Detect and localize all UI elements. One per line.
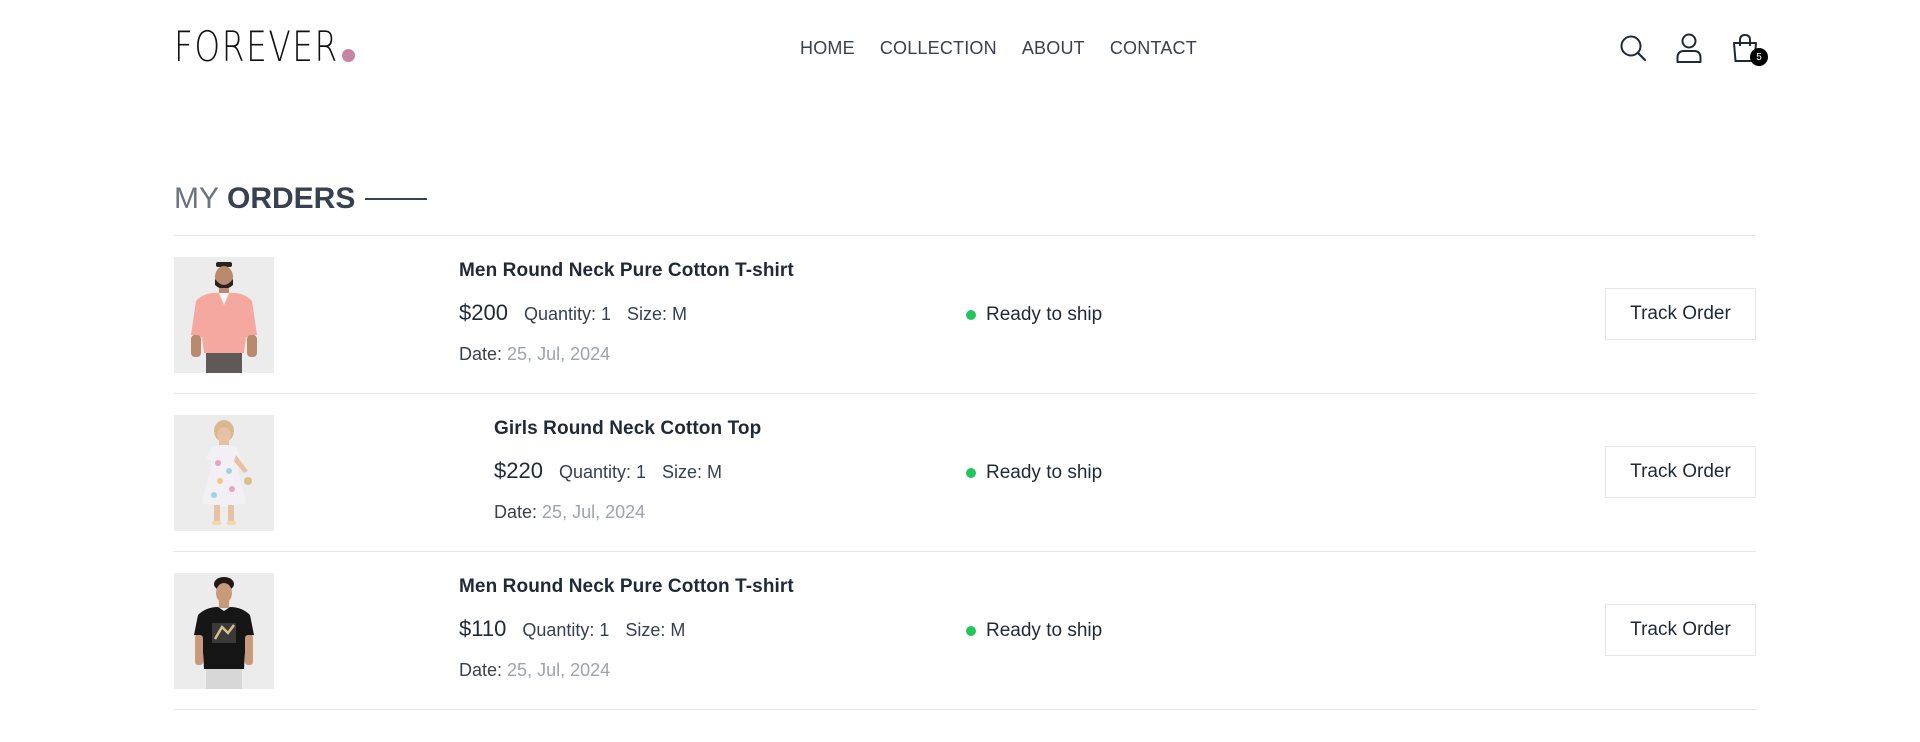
product-quantity: Quantity: 1 — [523, 304, 611, 324]
product-size: Size: M — [627, 304, 688, 324]
order-date: Date: 25, Jul, 2024 — [494, 502, 761, 523]
product-image[interactable] — [174, 257, 274, 373]
date-value: 25, Jul, 2024 — [542, 502, 646, 522]
track-order-button[interactable]: Track Order — [1605, 288, 1756, 340]
status-label: Ready to ship — [986, 462, 1103, 483]
product-quantity: Quantity: 1 — [522, 620, 610, 640]
search-icon[interactable] — [1618, 32, 1648, 64]
order-status: Ready to ship — [966, 462, 1102, 484]
page-title-bold: ORDERS — [227, 182, 356, 215]
product-name[interactable]: Girls Round Neck Cotton Top — [494, 418, 761, 440]
status-label: Ready to ship — [986, 304, 1103, 325]
nav-contact[interactable]: CONTACT — [1110, 38, 1197, 59]
product-price: $220 — [494, 458, 543, 483]
product-image[interactable] — [174, 573, 274, 689]
nav-icons: 5 — [1618, 32, 1786, 66]
status-label: Ready to ship — [986, 620, 1103, 641]
order-row: Men Round Neck Pure Cotton T-shirt $110 … — [174, 552, 1756, 710]
order-date: Date: 25, Jul, 2024 — [459, 660, 794, 681]
order-info: Girls Round Neck Cotton Top $220 Quantit… — [494, 418, 761, 523]
logo-text: FOREVER — [174, 22, 339, 71]
nav-about[interactable]: ABOUT — [1022, 38, 1085, 59]
track-order-button[interactable]: Track Order — [1605, 604, 1756, 656]
order-row: Men Round Neck Pure Cotton T-shirt $200 … — [174, 236, 1756, 394]
nav-collection[interactable]: COLLECTION — [880, 38, 997, 59]
cart-count-badge: 5 — [1750, 48, 1768, 66]
track-order-button[interactable]: Track Order — [1605, 446, 1756, 498]
date-label: Date: — [459, 344, 503, 364]
profile-icon[interactable] — [1674, 32, 1704, 64]
order-meta: $110 Quantity: 1 Size: M — [459, 616, 794, 642]
order-meta: $200 Quantity: 1 Size: M — [459, 300, 794, 326]
navbar: FOREVER HOME COLLECTION ABOUT CONTACT 5 — [0, 0, 1920, 100]
product-quantity: Quantity: 1 — [558, 462, 646, 482]
nav-home[interactable]: HOME — [800, 38, 855, 59]
order-row: Girls Round Neck Cotton Top $220 Quantit… — [174, 394, 1756, 552]
product-name[interactable]: Men Round Neck Pure Cotton T-shirt — [459, 576, 794, 598]
product-price: $110 — [459, 616, 507, 641]
page-title-light: MY — [174, 182, 219, 215]
order-info: Men Round Neck Pure Cotton T-shirt $110 … — [459, 576, 794, 681]
product-size: Size: M — [625, 620, 686, 640]
date-value: 25, Jul, 2024 — [507, 344, 611, 364]
page-title: MY ORDERS — [174, 182, 428, 216]
status-dot — [966, 468, 976, 478]
product-name[interactable]: Men Round Neck Pure Cotton T-shirt — [459, 260, 794, 282]
product-size: Size: M — [662, 462, 723, 482]
main-nav: HOME COLLECTION ABOUT CONTACT — [800, 38, 1222, 59]
product-price: $200 — [459, 300, 508, 325]
date-label: Date: — [459, 660, 503, 680]
logo[interactable]: FOREVER — [174, 22, 385, 68]
orders-list: Men Round Neck Pure Cotton T-shirt $200 … — [174, 235, 1756, 710]
status-dot — [966, 626, 976, 636]
order-info: Men Round Neck Pure Cotton T-shirt $200 … — [459, 260, 794, 365]
title-underline — [365, 198, 428, 200]
order-date: Date: 25, Jul, 2024 — [459, 344, 794, 365]
date-value: 25, Jul, 2024 — [507, 660, 611, 680]
logo-dot — [342, 49, 355, 62]
status-dot — [966, 310, 976, 320]
cart-icon[interactable]: 5 — [1730, 32, 1768, 66]
order-status: Ready to ship — [966, 304, 1102, 326]
order-status: Ready to ship — [966, 620, 1102, 642]
order-meta: $220 Quantity: 1 Size: M — [494, 458, 761, 484]
date-label: Date: — [494, 502, 538, 522]
product-image[interactable] — [174, 415, 274, 531]
